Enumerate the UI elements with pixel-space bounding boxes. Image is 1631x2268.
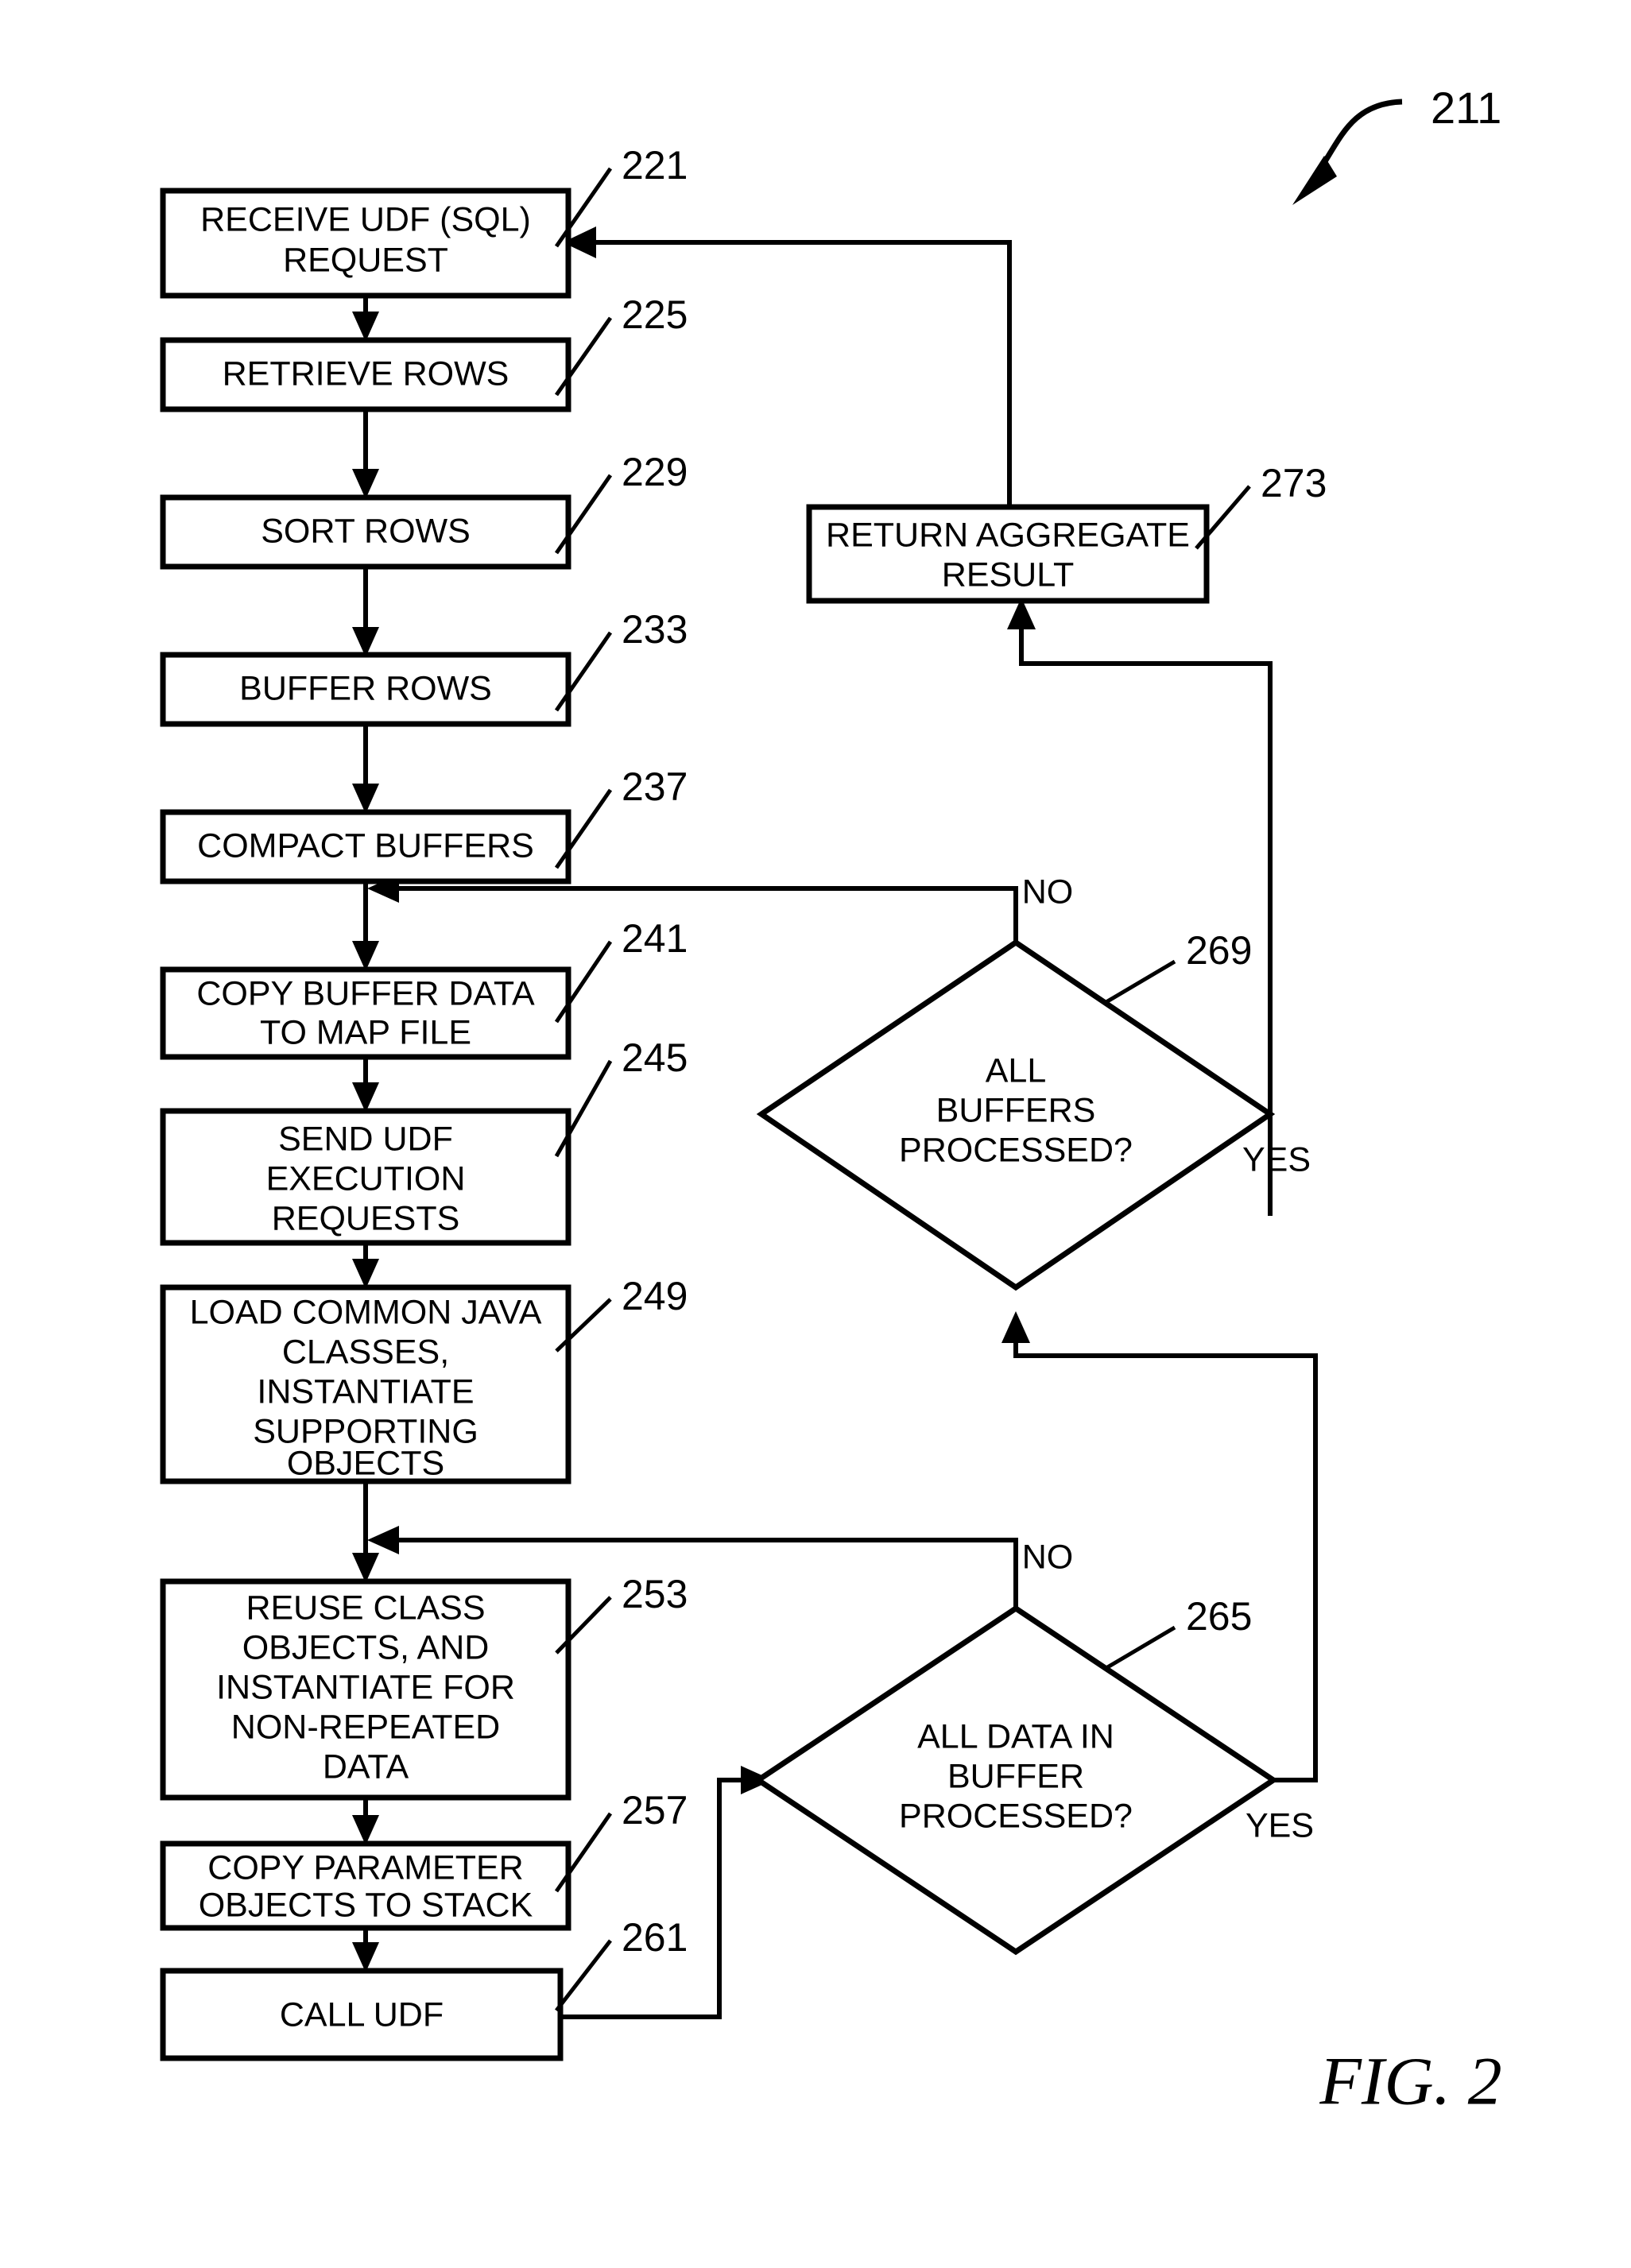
edge-249-to-253 (352, 1480, 379, 1583)
node-253-label-line-3: INSTANTIATE FOR (216, 1668, 515, 1706)
ref-number-245: 245 (622, 1035, 688, 1080)
ref-number-237: 237 (622, 764, 688, 809)
figure-reference-211: 211 (1292, 83, 1501, 205)
node-237-compact-buffers[interactable]: COMPACT BUFFERS (160, 809, 571, 884)
leader-273: 273 (1195, 461, 1327, 550)
edge-229-to-233 (352, 566, 379, 657)
leader-265: 265 (1103, 1594, 1252, 1671)
node-257-label-line-1: COPY PARAMETER (207, 1848, 523, 1887)
leader-253: 253 (555, 1572, 688, 1655)
ref-number-211: 211 (1431, 83, 1501, 133)
node-249-label-line-3: INSTANTIATE (257, 1372, 474, 1411)
flowchart-canvas: RECEIVE UDF (SQL) REQUEST 221 RETRIEVE R… (160, 83, 1502, 2119)
node-269-label-line-1: ALL (986, 1051, 1047, 1089)
edge-233-to-237 (352, 724, 379, 814)
node-257-copy-parameter-objects-to-stack[interactable]: COPY PARAMETER OBJECTS TO STACK (160, 1840, 571, 1931)
node-245-label-line-2: EXECUTION (266, 1159, 466, 1198)
node-245-label-line-1: SEND UDF (278, 1120, 453, 1158)
node-265-label-line-3: PROCESSED? (899, 1797, 1133, 1835)
edge-225-to-229 (352, 409, 379, 499)
node-233-label: BUFFER ROWS (239, 669, 492, 707)
edge-245-to-249 (352, 1241, 379, 1289)
node-273-label-line-1: RETURN AGGREGATE (826, 516, 1190, 554)
leader-257: 257 (554, 1788, 688, 1893)
node-221-label-line-1: RECEIVE UDF (SQL) (200, 200, 531, 238)
ref-number-257: 257 (622, 1788, 688, 1833)
node-221-receive-udf-request[interactable]: RECEIVE UDF (SQL) REQUEST (160, 188, 571, 299)
node-249-label-line-5: OBJECTS (287, 1444, 444, 1482)
node-241-copy-buffer-data-to-map-file[interactable]: COPY BUFFER DATA TO MAP FILE (160, 966, 571, 1060)
edge-237-to-241 (352, 882, 379, 971)
edge-241-to-245 (352, 1055, 379, 1113)
edge-label-265-yes: YES (1246, 1806, 1314, 1844)
node-253-reuse-class-objects[interactable]: REUSE CLASS OBJECTS, AND INSTANTIATE FOR… (160, 1578, 571, 1801)
node-265-label-line-2: BUFFER (947, 1757, 1084, 1795)
edge-label-269-no: NO (1022, 873, 1074, 911)
node-221-label-line-2: REQUEST (283, 241, 448, 279)
node-237-label: COMPACT BUFFERS (197, 826, 534, 865)
leader-245: 245 (554, 1035, 688, 1158)
ref-number-269: 269 (1186, 928, 1252, 973)
node-261-label: CALL UDF (280, 1995, 444, 2034)
node-229-label: SORT ROWS (261, 512, 471, 550)
node-265-label-line-1: ALL DATA IN (917, 1717, 1114, 1755)
ref-number-225: 225 (622, 292, 688, 337)
node-245-label-line-3: REQUESTS (272, 1199, 460, 1237)
node-269-label-line-2: BUFFERS (936, 1091, 1096, 1129)
node-273-return-aggregate-result[interactable]: RETURN AGGREGATE RESULT (806, 504, 1210, 604)
ref-number-265: 265 (1186, 1594, 1252, 1639)
leader-237: 237 (554, 764, 688, 869)
node-249-label-line-2: CLASSES, (282, 1333, 449, 1371)
leader-233: 233 (554, 607, 688, 712)
node-245-send-udf-execution-requests[interactable]: SEND UDF EXECUTION REQUESTS (160, 1108, 571, 1246)
leader-249: 249 (555, 1274, 688, 1353)
ref-number-241: 241 (622, 916, 688, 961)
edge-221-to-225 (352, 296, 379, 342)
ref-number-261: 261 (622, 1915, 688, 1960)
node-253-label-line-2: OBJECTS, AND (242, 1628, 490, 1666)
node-253-label-line-1: REUSE CLASS (246, 1589, 485, 1627)
node-225-label: RETRIEVE ROWS (223, 354, 509, 393)
leader-229: 229 (554, 450, 688, 555)
patent-figure-page: RECEIVE UDF (SQL) REQUEST 221 RETRIEVE R… (0, 0, 1631, 2268)
node-253-label-line-4: NON-REPEATED (231, 1708, 500, 1746)
leader-225: 225 (554, 292, 688, 397)
node-253-label-line-5: DATA (323, 1747, 409, 1786)
node-241-label-line-2: TO MAP FILE (260, 1013, 471, 1051)
node-225-retrieve-rows[interactable]: RETRIEVE ROWS (160, 337, 571, 412)
edge-269-no-to-241 (367, 874, 1018, 942)
node-265-all-data-in-buffer-processed[interactable]: ALL DATA IN BUFFER PROCESSED? (753, 1604, 1279, 1956)
node-273-label-line-2: RESULT (942, 555, 1074, 594)
ref-number-233: 233 (622, 607, 688, 652)
figure-caption: FIG. 2 (1319, 2043, 1501, 2119)
ref-number-221: 221 (622, 143, 688, 188)
leader-221: 221 (554, 143, 688, 248)
node-249-load-common-java-classes[interactable]: LOAD COMMON JAVA CLASSES, INSTANTIATE SU… (160, 1284, 571, 1484)
ref-number-273: 273 (1261, 461, 1327, 505)
node-261-call-udf[interactable]: CALL UDF (160, 1968, 564, 2061)
node-269-label-line-3: PROCESSED? (899, 1131, 1133, 1169)
node-269-all-buffers-processed[interactable]: ALL BUFFERS PROCESSED? (756, 939, 1276, 1291)
leader-261: 261 (555, 1915, 688, 2012)
edge-label-269-yes: YES (1242, 1140, 1311, 1179)
node-257-label-line-2: OBJECTS TO STACK (199, 1886, 533, 1924)
node-249-label-line-1: LOAD COMMON JAVA (190, 1293, 542, 1331)
ref-number-249: 249 (622, 1274, 688, 1318)
node-241-label-line-1: COPY BUFFER DATA (196, 974, 535, 1012)
leader-269: 269 (1103, 928, 1252, 1005)
leader-241: 241 (554, 916, 688, 1024)
node-229-sort-rows[interactable]: SORT ROWS (160, 494, 571, 570)
ref-number-253: 253 (622, 1572, 688, 1616)
edge-253-to-257 (352, 1798, 379, 1845)
ref-number-229: 229 (622, 450, 688, 494)
node-233-buffer-rows[interactable]: BUFFER ROWS (160, 652, 571, 727)
edge-label-265-no: NO (1022, 1538, 1074, 1576)
